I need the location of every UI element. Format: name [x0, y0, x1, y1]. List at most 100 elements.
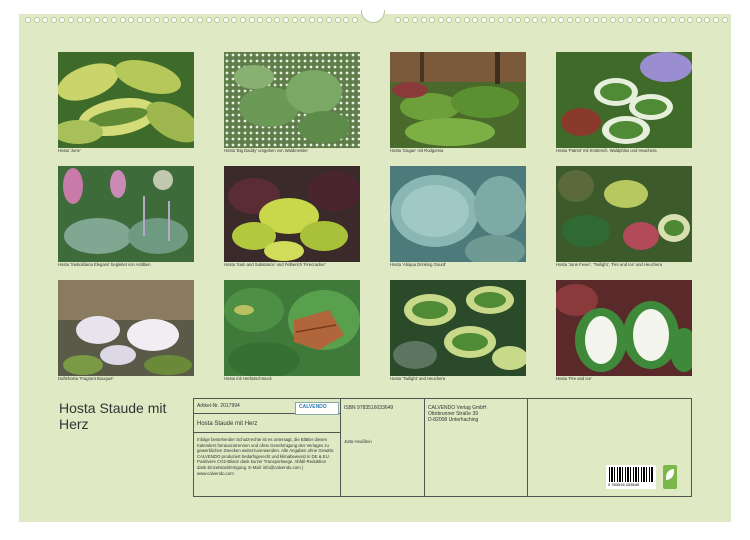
- binding-ring: [549, 17, 556, 23]
- binding-ring: [326, 17, 332, 23]
- binding-ring: [42, 17, 49, 23]
- binding-ring: [644, 17, 651, 23]
- binding-ring: [102, 17, 109, 23]
- product-info-box: Artikel-Nr. 2017994 CALVENDO Hosta Staud…: [193, 398, 692, 497]
- barcode-bars: [609, 467, 653, 482]
- photo-caption: Hosta 'Sieboldiana Elegans' begleitet vo…: [58, 262, 151, 267]
- binding-ring: [119, 17, 126, 23]
- photo-caption: Hosta 'June': [58, 148, 81, 153]
- binding-ring: [145, 17, 152, 23]
- divider: [527, 399, 528, 496]
- photo-hosta-big-daddy: [224, 52, 360, 148]
- binding-ring: [171, 17, 178, 23]
- divider: [424, 399, 425, 496]
- photo-caption: Hosta 'Gagae' mit Rodgersia: [390, 148, 444, 153]
- divider: [194, 432, 340, 433]
- binding-ring: [188, 17, 195, 23]
- author: Jutta Heußlein: [344, 439, 372, 444]
- eco-leaf-icon: [663, 465, 677, 489]
- photo-caption: Hosta 'Sum and Substance' und Felberich …: [224, 262, 326, 267]
- binding-ring: [351, 17, 358, 23]
- binding-ring: [274, 17, 281, 23]
- binding-ring: [231, 17, 238, 23]
- binding-ring: [76, 17, 83, 23]
- binding-ring: [678, 17, 685, 23]
- photo-caption: Hosta 'Patriot' mit Knöterich, Waldphlox…: [556, 148, 657, 153]
- binding-ring: [627, 17, 633, 23]
- binding-ring: [257, 17, 264, 23]
- binding-ring: [128, 17, 135, 23]
- photo-caption: Hosta 'June Fever', 'Twilight', 'Fire an…: [556, 262, 663, 267]
- binding-ring: [541, 17, 547, 23]
- barcode-number: 9 783516 033649: [608, 482, 640, 487]
- binding-ring: [429, 17, 436, 23]
- binding-ring: [575, 17, 582, 23]
- binding-ring: [455, 17, 461, 23]
- photo-hosta-gagae: [390, 52, 526, 148]
- photo-caption: Hosta 'Abiqua Drinking Gourd': [390, 262, 447, 267]
- calendar-back-page: Hosta 'June' Hosta 'Big Daddy' umgeben v…: [19, 10, 731, 522]
- calendar-title: Hosta Staude mit Herz: [59, 400, 167, 432]
- binding-ring: [300, 17, 307, 23]
- binding-ring: [472, 17, 479, 23]
- photo-hosta-fire-and-ice: [556, 280, 692, 376]
- divider: [340, 399, 341, 496]
- binding-ring: [420, 17, 427, 23]
- photo-caption: Hosta 'Big Daddy' umgeben von Waldmeiste…: [224, 148, 308, 153]
- legal-text: Infolge bestehender Schutzrechte ist es …: [197, 437, 335, 476]
- binding-ring: [334, 17, 341, 23]
- logo-text: CALVENDO: [299, 404, 327, 410]
- photo-hosta-abiqua: [390, 166, 526, 262]
- photo-fragrant-bouquet: [58, 280, 194, 376]
- publisher-city: D-82008 Unterhaching: [428, 417, 479, 423]
- photo-hosta-june: [58, 52, 194, 148]
- binding-ring: [317, 17, 324, 23]
- photo-caption: Duftshosta 'Fragrant Bouquet': [58, 376, 114, 381]
- binding-ring: [93, 17, 100, 23]
- product-title: Hosta Staude mit Herz: [197, 421, 258, 427]
- binding-ring: [33, 17, 40, 23]
- isbn: ISBN 9783516033649: [344, 405, 394, 411]
- binding-ring: [291, 17, 298, 23]
- binding-ring: [412, 17, 418, 23]
- binding-ring: [480, 17, 487, 23]
- photo-hosta-june-fever: [556, 166, 692, 262]
- photo-caption: Hosta mit Herbstschmuck: [224, 376, 272, 381]
- photo-hosta-autumn: [224, 280, 360, 376]
- binding-ring: [308, 17, 315, 23]
- binding-ring: [403, 17, 410, 23]
- binding-ring: [50, 17, 57, 23]
- photo-caption: Hosta 'Twilight' und Heuchera: [390, 376, 446, 381]
- binding-ring: [205, 17, 212, 23]
- binding-ring: [532, 17, 539, 23]
- photo-hosta-sum-and-substance: [224, 166, 360, 262]
- binding-ring: [222, 17, 229, 23]
- binding-ring: [704, 17, 711, 23]
- binding-ring: [635, 17, 642, 23]
- binding-ring: [154, 17, 160, 23]
- photo-hosta-sieboldiana: [58, 166, 194, 262]
- binding-ring: [584, 17, 590, 23]
- binding-ring: [111, 17, 117, 23]
- binding-ring: [523, 17, 530, 23]
- barcode: 9 783516 033649: [606, 465, 656, 489]
- binding-ring: [558, 17, 565, 23]
- binding-ring: [652, 17, 659, 23]
- binding-ring: [601, 17, 608, 23]
- binding-ring: [136, 17, 143, 23]
- binding-ring: [446, 17, 453, 23]
- binding-ring: [713, 17, 719, 23]
- article-number: Artikel-Nr. 2017994: [197, 403, 240, 409]
- binding-ring: [283, 17, 289, 23]
- binding-ring: [592, 17, 599, 23]
- binding-ring: [687, 17, 694, 23]
- binding-ring: [85, 17, 92, 23]
- binding-ring: [162, 17, 169, 23]
- binding-ring: [68, 17, 74, 23]
- binding-ring: [498, 17, 504, 23]
- binding-ring: [618, 17, 625, 23]
- binding-ring: [489, 17, 496, 23]
- binding-ring: [695, 17, 702, 23]
- binding-ring: [214, 17, 221, 23]
- binding-ring: [343, 17, 350, 23]
